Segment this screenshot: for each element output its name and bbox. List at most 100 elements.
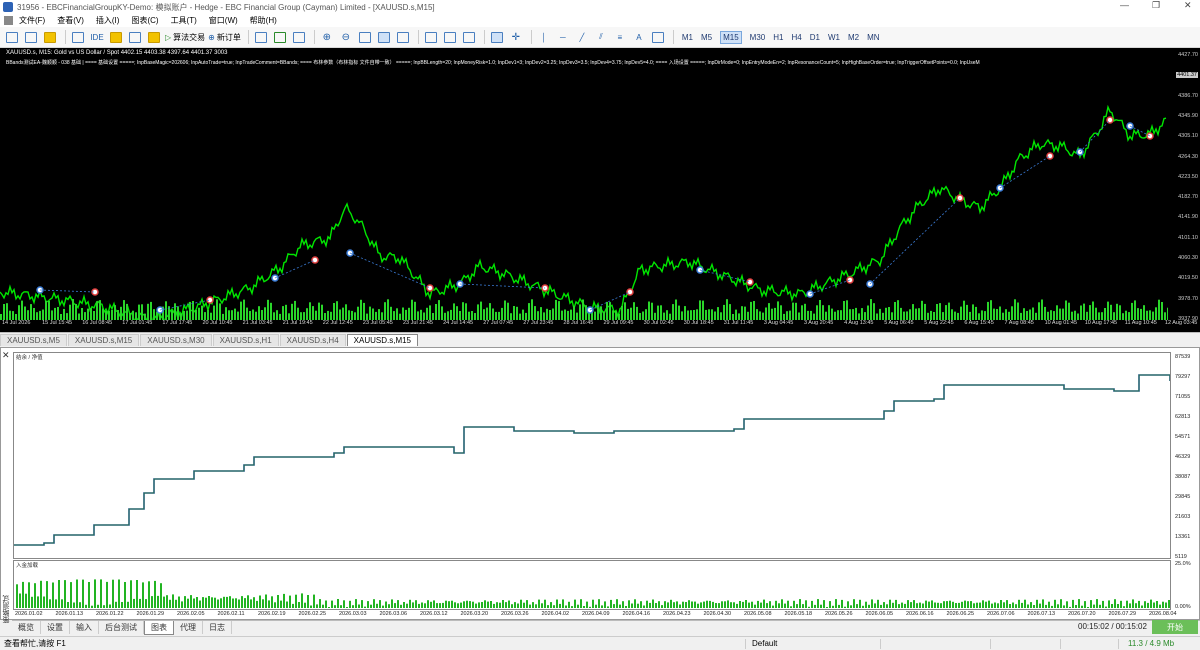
- volume-bar: [639, 313, 641, 320]
- menu-help[interactable]: 帮助(H): [250, 15, 277, 26]
- indicators-icon[interactable]: [423, 30, 439, 45]
- algo-trading-button[interactable]: ▷ 算法交易: [165, 30, 205, 45]
- deposit-bar: [799, 599, 801, 608]
- zoom-in-icon[interactable]: ⊕: [319, 30, 335, 45]
- deposit-bar: [175, 599, 177, 608]
- tab-graph[interactable]: 图表: [144, 620, 174, 635]
- minimize-icon[interactable]: —: [1120, 0, 1129, 10]
- cursor-icon[interactable]: [489, 30, 505, 45]
- tf-mn[interactable]: MN: [867, 33, 879, 42]
- volume-bar: [852, 309, 854, 320]
- crosshair-icon[interactable]: ✛: [508, 30, 524, 45]
- volume-bar: [96, 301, 98, 320]
- chart-tab[interactable]: XAUUSD.s,M30: [140, 334, 212, 346]
- deposit-bar: [415, 600, 417, 608]
- volume-bar: [498, 311, 500, 320]
- deposit-bar: [226, 596, 228, 608]
- line-chart-icon[interactable]: [291, 30, 307, 45]
- volume-bar: [972, 304, 974, 320]
- volume-bar: [795, 302, 797, 320]
- templates-icon[interactable]: [442, 30, 458, 45]
- date-tick: 2026.04.30: [703, 611, 732, 617]
- tf-w1[interactable]: W1: [828, 33, 840, 42]
- screenshot-icon[interactable]: [461, 30, 477, 45]
- chart-tab[interactable]: XAUUSD.s,M5: [0, 334, 67, 346]
- menu-insert[interactable]: 插入(I): [96, 15, 120, 26]
- deposit-bar: [682, 601, 684, 608]
- new-chart-icon[interactable]: [70, 30, 86, 45]
- horizontal-line-icon[interactable]: ─: [555, 30, 571, 45]
- open-folder-icon[interactable]: [146, 30, 162, 45]
- shapes-icon[interactable]: [650, 30, 666, 45]
- deposit-bar: [1036, 599, 1038, 608]
- volume-bar: [30, 304, 32, 320]
- deposit-bar: [100, 579, 102, 608]
- trendline-icon[interactable]: ╱: [574, 30, 590, 45]
- candlestick-icon[interactable]: [272, 30, 288, 45]
- volume-bar: [375, 311, 377, 320]
- profiles-icon[interactable]: [23, 30, 39, 45]
- text-icon[interactable]: A: [631, 30, 647, 45]
- bar-chart-icon[interactable]: [253, 30, 269, 45]
- tab-inputs[interactable]: 输入: [70, 621, 99, 634]
- tab-journal[interactable]: 日志: [203, 621, 232, 634]
- tf-m1[interactable]: M1: [682, 33, 693, 42]
- chart-shift-icon[interactable]: [395, 30, 411, 45]
- tf-h1[interactable]: H1: [773, 33, 783, 42]
- deposit-bar: [559, 603, 561, 608]
- price-chart[interactable]: XAUUSD.s, M15: Gold vs US Dollar / Spot …: [0, 48, 1200, 332]
- tf-m5[interactable]: M5: [701, 33, 712, 42]
- deposit-bar: [46, 581, 48, 608]
- volume-bar: [495, 311, 497, 320]
- balance-tick: 21603: [1175, 514, 1191, 520]
- folder-icon[interactable]: [127, 30, 143, 45]
- lock-icon[interactable]: [108, 30, 124, 45]
- volume-bar: [507, 302, 509, 320]
- tf-d1[interactable]: D1: [810, 33, 820, 42]
- tf-m15[interactable]: M15: [720, 30, 742, 44]
- menu-view[interactable]: 查看(V): [57, 15, 84, 26]
- market-icon[interactable]: [42, 30, 58, 45]
- menu-charts[interactable]: 图表(C): [131, 15, 158, 26]
- channel-icon[interactable]: ⫽: [593, 30, 609, 45]
- menu-tools[interactable]: 工具(T): [171, 15, 197, 26]
- deposit-bar: [442, 602, 444, 608]
- deposit-bar: [961, 601, 963, 608]
- tab-settings[interactable]: 设置: [41, 621, 70, 634]
- volume-bar: [1125, 310, 1127, 320]
- chart-type-icon[interactable]: [4, 30, 20, 45]
- tab-backtest[interactable]: 后台测试: [99, 621, 144, 634]
- volume-bar: [870, 299, 872, 320]
- tf-m2[interactable]: M2: [848, 33, 859, 42]
- grid-icon[interactable]: [357, 30, 373, 45]
- tab-overview[interactable]: 概览: [12, 621, 41, 634]
- chart-tab[interactable]: XAUUSD.s,H4: [279, 334, 346, 346]
- volume-bar: [345, 304, 347, 320]
- volume-bar: [582, 299, 584, 320]
- app-menu-icon[interactable]: [4, 16, 13, 25]
- toolbar: IDE ▷ 算法交易 ⊕ 新订单 ⊕ ⊖ ✛ │ ─ ╱ ⫽ ≡ A M1 M5 M…: [0, 27, 1200, 48]
- menu-window[interactable]: 窗口(W): [209, 15, 238, 26]
- ide-button[interactable]: IDE: [89, 30, 105, 45]
- chart-header: XAUUSD.s, M15: Gold vs US Dollar / Spot …: [6, 50, 228, 56]
- chart-tab[interactable]: XAUUSD.s,M15: [67, 334, 140, 346]
- start-button[interactable]: 开始: [1152, 620, 1198, 634]
- close-icon[interactable]: ✕: [1184, 0, 1192, 11]
- volume-bar: [714, 311, 716, 320]
- fibonacci-icon[interactable]: ≡: [612, 30, 628, 45]
- volume-bar: [903, 311, 905, 320]
- deposit-bar: [868, 604, 870, 608]
- menu-file[interactable]: 文件(F): [19, 15, 45, 26]
- date-tick: 2026.07.06: [987, 611, 1015, 617]
- zoom-out-icon[interactable]: ⊖: [338, 30, 354, 45]
- restore-icon[interactable]: ❐: [1152, 0, 1160, 11]
- tf-m30[interactable]: M30: [750, 33, 766, 42]
- tf-h4[interactable]: H4: [791, 33, 801, 42]
- chart-tab-active[interactable]: XAUUSD.s,M15: [346, 334, 419, 346]
- new-order-button[interactable]: ⊕ 新订单: [208, 30, 241, 45]
- deposit-bar: [274, 602, 276, 608]
- vertical-line-icon[interactable]: │: [536, 30, 552, 45]
- chart-tab[interactable]: XAUUSD.s,H1: [212, 334, 279, 346]
- tab-agents[interactable]: 代理: [174, 621, 203, 634]
- auto-scroll-icon[interactable]: [376, 30, 392, 45]
